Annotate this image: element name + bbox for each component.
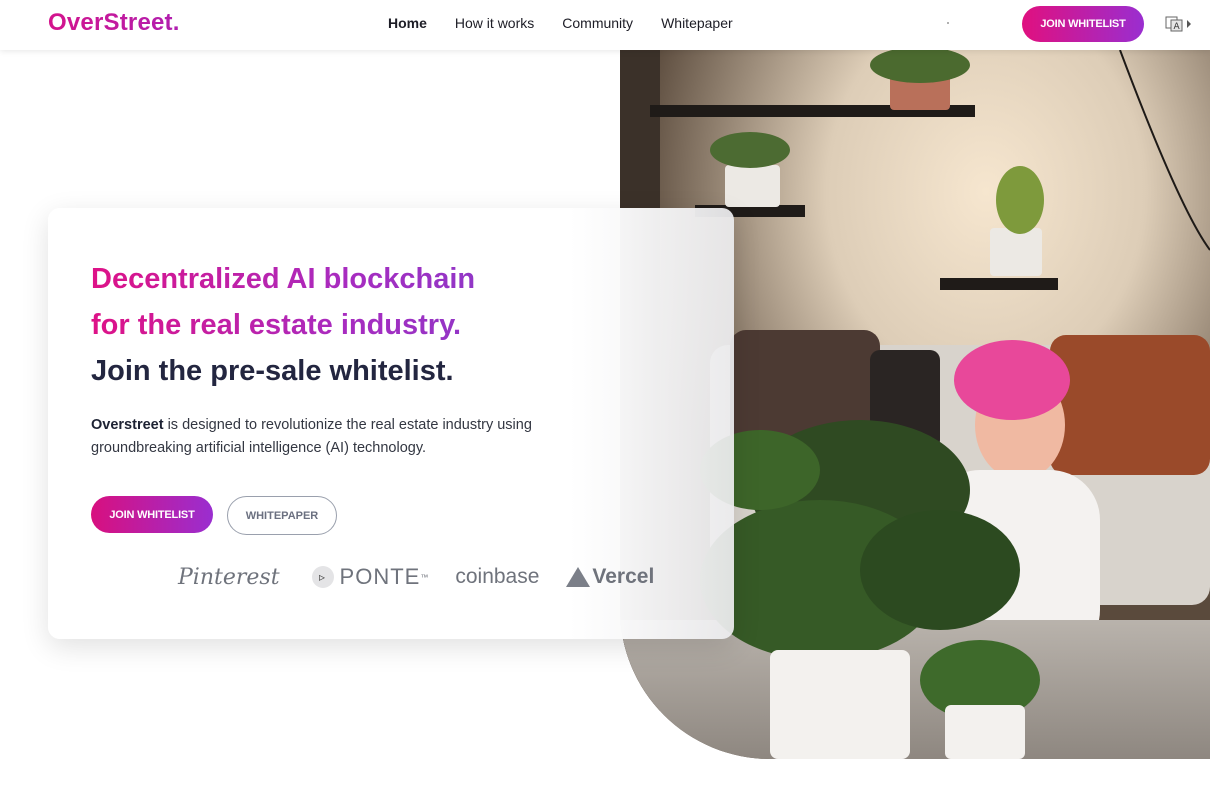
cursor-icon: ▹ bbox=[311, 566, 334, 588]
whitepaper-button[interactable]: WHITEPAPER bbox=[227, 496, 337, 535]
logo[interactable]: OverStreet. bbox=[48, 9, 180, 37]
language-selector[interactable]: A bbox=[1165, 14, 1195, 34]
partner-logos: Pinterest ▹ PONTE ™ coinbase Vercel bbox=[178, 563, 654, 591]
coinbase-logo: coinbase bbox=[455, 565, 540, 588]
ponte-logo-text: PONTE bbox=[339, 564, 421, 589]
nav-how-it-works[interactable]: How it works bbox=[455, 15, 534, 31]
hero-description: Overstreet is designed to revolutionize … bbox=[91, 414, 611, 460]
triangle-icon bbox=[566, 567, 591, 587]
ponte-logo: ▹ PONTE ™ bbox=[311, 564, 429, 590]
header-dot bbox=[947, 22, 949, 24]
headline-line-2: for the real estate industry. bbox=[91, 302, 501, 348]
headline-line-1: Decentralized AI blockchain bbox=[91, 256, 501, 302]
hero-card: Decentralized AI blockchain for the real… bbox=[48, 208, 734, 639]
nav-whitepaper[interactable]: Whitepaper bbox=[661, 15, 733, 31]
main-nav: Home How it works Community Whitepaper bbox=[388, 15, 733, 31]
headline-line-3: Join the pre-sale whitelist. bbox=[91, 355, 454, 387]
join-whitelist-button[interactable]: JOIN WHITELIST bbox=[91, 496, 213, 533]
pinterest-logo: Pinterest bbox=[178, 564, 280, 590]
site-header: OverStreet. Home How it works Community … bbox=[0, 0, 1210, 50]
trademark-mark: ™ bbox=[420, 572, 429, 582]
nav-community[interactable]: Community bbox=[562, 15, 633, 31]
join-whitelist-header-button[interactable]: JOIN WHITELIST bbox=[1022, 6, 1144, 42]
translate-icon: A bbox=[1165, 16, 1183, 32]
nav-home[interactable]: Home bbox=[388, 15, 427, 31]
chevron-right-icon bbox=[1187, 20, 1191, 28]
svg-text:A: A bbox=[1174, 22, 1181, 32]
description-brand: Overstreet bbox=[91, 417, 164, 433]
vercel-logo-text: Vercel bbox=[592, 565, 655, 588]
hero-headline: Decentralized AI blockchain for the real… bbox=[91, 256, 501, 394]
vercel-logo: Vercel bbox=[566, 565, 654, 589]
